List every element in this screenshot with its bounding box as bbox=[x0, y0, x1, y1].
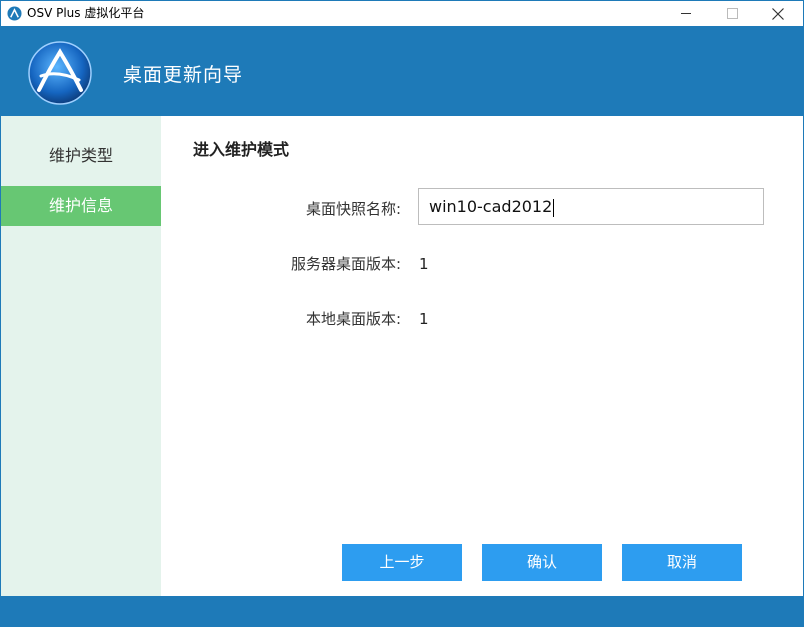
osv-logo-icon bbox=[28, 41, 92, 105]
window-title: OSV Plus 虚拟化平台 bbox=[27, 6, 145, 20]
close-icon bbox=[772, 7, 784, 20]
local-version-label: 本地桌面版本: bbox=[305, 310, 401, 328]
wizard-title: 桌面更新向导 bbox=[123, 64, 244, 86]
maximize-icon bbox=[726, 8, 738, 19]
wizard-header: 桌面更新向导 bbox=[1, 26, 803, 116]
prev-button[interactable]: 上一步 bbox=[342, 544, 462, 581]
footer-bar bbox=[1, 596, 803, 626]
minimize-button[interactable] bbox=[663, 1, 709, 26]
app-logo-icon bbox=[7, 6, 22, 21]
title-bar: OSV Plus 虚拟化平台 bbox=[1, 1, 803, 26]
local-version-value: 1 bbox=[419, 310, 429, 328]
sidebar-item-maintenance-info[interactable]: 维护信息 bbox=[1, 186, 161, 226]
sidebar: 维护类型 维护信息 bbox=[1, 116, 161, 596]
snapshot-name-label: 桌面快照名称: bbox=[305, 200, 401, 218]
text-caret bbox=[553, 198, 555, 217]
close-button[interactable] bbox=[755, 1, 801, 26]
cancel-button[interactable]: 取消 bbox=[622, 544, 742, 581]
confirm-button[interactable]: 确认 bbox=[482, 544, 602, 581]
maximize-button[interactable] bbox=[709, 1, 755, 26]
snapshot-name-input[interactable]: win10-cad2012 bbox=[418, 188, 764, 225]
server-version-value: 1 bbox=[419, 255, 429, 273]
server-version-label: 服务器桌面版本: bbox=[290, 255, 401, 273]
app-window: OSV Plus 虚拟化平台 桌面更新向导 维护类型 维护信息 进入维护模式 桌… bbox=[0, 0, 804, 627]
snapshot-name-value: win10-cad2012 bbox=[429, 197, 553, 216]
sidebar-item-maintenance-type[interactable]: 维护类型 bbox=[1, 136, 161, 176]
main-content: 进入维护模式 桌面快照名称: win10-cad2012 服务器桌面版本: 1 … bbox=[161, 116, 803, 596]
minimize-icon bbox=[680, 13, 691, 14]
section-title: 进入维护模式 bbox=[193, 140, 290, 159]
